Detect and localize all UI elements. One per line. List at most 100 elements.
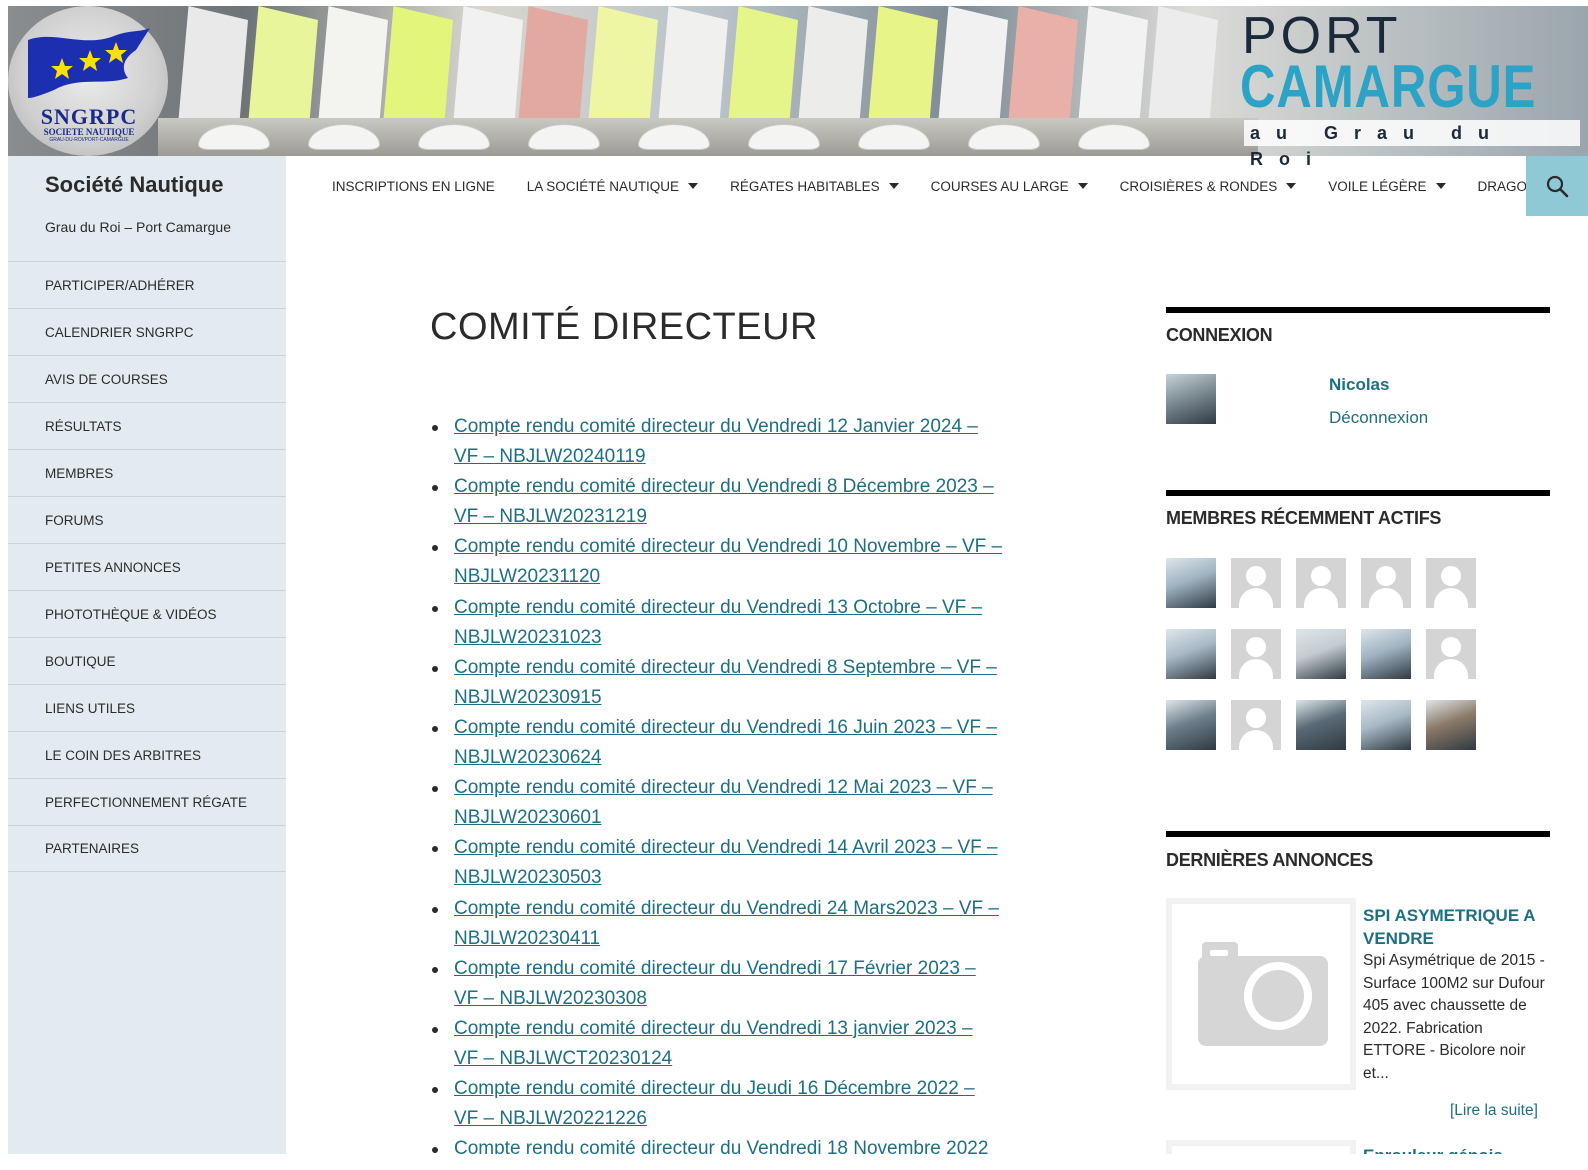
read-more-link[interactable]: [Lire la suite] [1450,1102,1538,1120]
widget-divider [1166,831,1550,837]
link-line: Compte rendu comité directeur du Vendred… [454,656,997,678]
logout-link[interactable]: Déconnexion [1329,408,1428,428]
document-link[interactable]: Compte rendu comité directeur du Vendred… [454,536,1002,587]
sidebar-item-calendrier[interactable]: CALENDRIER SNGRPC [8,308,286,355]
user-avatar[interactable] [1166,374,1216,424]
document-link[interactable]: Compte rendu comité directeur du Vendred… [454,717,997,768]
member-avatar[interactable] [1361,700,1411,750]
link-line: NBJLW20230601 [454,807,602,829]
user-name-link[interactable]: Nicolas [1329,375,1389,395]
document-link[interactable]: Compte rendu comité directeur du Vendred… [454,597,982,648]
member-avatar[interactable] [1231,558,1281,608]
sidebar-item-phototheque[interactable]: PHOTOTHÈQUE & VIDÉOS [8,590,286,637]
document-link[interactable]: Compte rendu comité directeur du Vendred… [454,898,999,949]
link-line: Compte rendu comité directeur du Vendred… [454,716,997,738]
sidebar-item-forums[interactable]: FORUMS [8,496,286,543]
member-avatar[interactable] [1166,700,1216,750]
member-avatar[interactable] [1426,700,1476,750]
camera-icon [1198,942,1328,1046]
sidebar-item-boutique[interactable]: BOUTIQUE [8,637,286,684]
sidebar-item-membres[interactable]: MEMBRES [8,449,286,496]
member-avatar[interactable] [1361,629,1411,679]
member-avatar[interactable] [1166,629,1216,679]
member-avatar[interactable] [1166,558,1216,608]
logo-title: SNGRPC [40,104,138,129]
sidebar-item-liens-utiles[interactable]: LIENS UTILES [8,684,286,731]
list-item: Compte rendu comité directeur du Vendred… [430,713,1030,773]
widget-divider [1166,307,1550,313]
nav-label: CROISIÈRES & RONDES [1119,178,1278,194]
widget-title-members: MEMBRES RÉCEMMENT ACTIFS [1166,508,1442,528]
sidebar-item-resultats[interactable]: RÉSULTATS [8,402,286,449]
document-link[interactable]: Compte rendu comité directeur du Vendred… [454,1018,973,1069]
member-avatar[interactable] [1231,700,1281,750]
site-title[interactable]: Société Nautique [45,172,223,198]
member-avatar[interactable] [1426,558,1476,608]
member-avatar[interactable] [1296,558,1346,608]
sidebar-item-avis-de-courses[interactable]: AVIS DE COURSES [8,355,286,402]
sidebar-item-participer[interactable]: PARTICIPER/ADHÉRER [8,261,286,308]
nav-croisieres-rondes[interactable]: CROISIÈRES & RONDES [1104,156,1313,216]
member-avatar[interactable] [1426,629,1476,679]
logo-subtitle: SOCIETE NAUTIQUE [43,127,135,137]
nav-label: COURSES AU LARGE [930,178,1069,194]
site-description: Grau du Roi – Port Camargue [45,219,231,235]
nav-courses-au-large[interactable]: COURSES AU LARGE [915,156,1104,216]
page-title: COMITÉ DIRECTEUR [430,306,818,348]
caret-down-icon [688,183,699,189]
link-line: NBJLW20231120 [454,566,601,588]
document-link[interactable]: Compte rendu comité directeur du Vendred… [454,777,993,828]
brand-subtitle: au Grau du Roi [1244,120,1580,169]
banner-photo [158,6,1258,156]
nav-societe-nautique[interactable]: LA SOCIÉTÉ NAUTIQUE [511,156,714,216]
document-link[interactable]: Compte rendu comité directeur du Jeudi 1… [454,1078,975,1129]
link-line: Compte rendu comité directeur du Vendred… [454,596,983,618]
sidebar-item-partenaires[interactable]: PARTENAIRES [8,825,286,872]
list-item: Compte rendu comité directeur du Vendred… [430,894,1030,954]
sngrpc-logo[interactable]: SNGRPC SOCIETE NAUTIQUE GRAU-DU-ROI/PORT… [8,6,168,156]
link-line: Compte rendu comité directeur du Vendred… [454,897,999,919]
sidebar-item-perfectionnement[interactable]: PERFECTIONNEMENT RÉGATE [8,778,286,825]
document-link[interactable]: Compte rendu comité directeur du Vendred… [454,958,976,1009]
list-item: Compte rendu comité directeur du Vendred… [430,653,1030,713]
sidebar-item-coin-arbitres[interactable]: LE COIN DES ARBITRES [8,731,286,778]
search-button[interactable] [1526,156,1588,216]
document-link[interactable]: Compte rendu comité directeur du Vendred… [454,837,998,888]
ad-thumbnail[interactable] [1166,898,1356,1090]
link-line: VF – NBJLW20221226 [454,1108,647,1130]
widget-title-ads: DERNIÈRES ANNONCES [1166,850,1373,870]
list-item: Compte rendu comité directeur du Vendred… [430,532,1030,592]
brand-camargue: CAMARGUE [1240,53,1537,120]
logo-text: SNGRPC SOCIETE NAUTIQUE GRAU-DU-ROI/PORT… [26,104,152,144]
list-item: Compte rendu comité directeur du Vendred… [430,954,1030,1014]
nav-regates-habitables[interactable]: RÉGATES HABITABLES [714,156,915,216]
primary-navigation: INSCRIPTIONS EN LIGNE LA SOCIÉTÉ NAUTIQU… [316,156,1572,216]
secondary-navigation: PARTICIPER/ADHÉRER CALENDRIER SNGRPC AVI… [8,261,286,872]
list-item: Compte rendu comité directeur du Vendred… [430,833,1030,893]
document-link[interactable]: Compte rendu comité directeur du Vendred… [454,657,997,708]
document-link[interactable]: Compte rendu comité directeur du Vendred… [454,476,994,527]
link-line: Compte rendu comité directeur du Vendred… [454,476,994,498]
list-item: Compte rendu comité directeur du Vendred… [430,773,1030,833]
ad-title-link[interactable]: SPI ASYMETRIQUE A VENDRE [1363,904,1553,950]
logo-location: GRAU-DU-ROI/PORT-CAMARGUE [49,137,129,143]
nav-inscriptions[interactable]: INSCRIPTIONS EN LIGNE [316,156,511,216]
member-avatar[interactable] [1296,629,1346,679]
member-avatar[interactable] [1361,558,1411,608]
document-list: Compte rendu comité directeur du Vendred… [430,412,1030,1164]
list-item: Compte rendu comité directeur du Jeudi 1… [430,1074,1030,1134]
link-line: VF – NBJLW20240119 [454,446,646,468]
link-line: Compte rendu comité directeur du Vendred… [454,957,976,979]
ad-thumbnail[interactable] [1166,1140,1356,1154]
nav-voile-legere[interactable]: VOILE LÉGÈRE [1312,156,1461,216]
widget-title-connexion: CONNEXION [1166,325,1273,345]
member-avatar[interactable] [1296,700,1346,750]
document-link[interactable]: Compte rendu comité directeur du Vendred… [454,416,978,467]
link-line: NBJLW20230624 [454,747,602,769]
link-line: NBJLW20230503 [454,867,602,889]
link-line: VF – NBJLW20231219 [454,506,647,528]
link-line: Compte rendu comité directeur du Vendred… [454,536,1003,558]
sidebar-item-petites-annonces[interactable]: PETITES ANNONCES [8,543,286,590]
member-avatar[interactable] [1231,629,1281,679]
ad-title-link[interactable]: Enrouleur génois [1363,1146,1503,1154]
